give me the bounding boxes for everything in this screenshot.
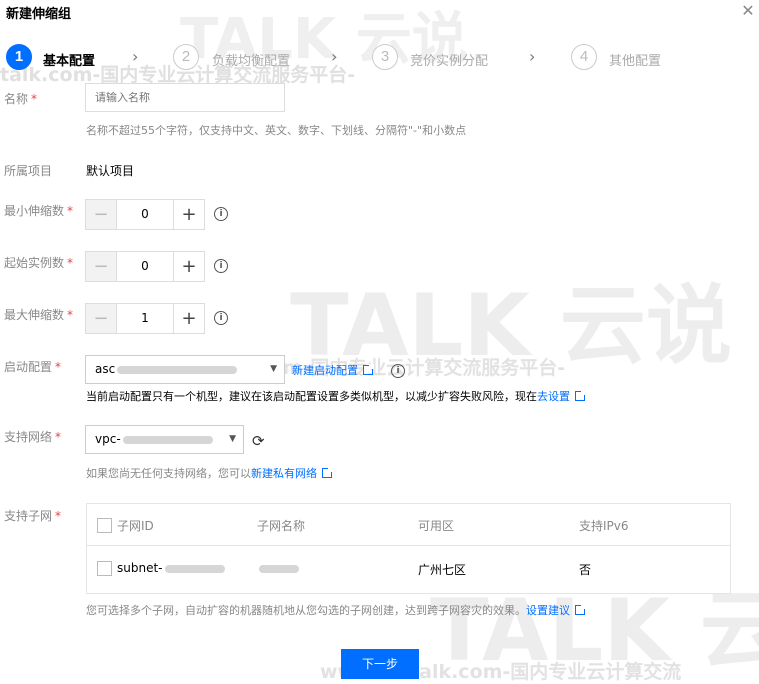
decrement-button[interactable]: − xyxy=(86,200,116,229)
vpc-select[interactable]: vpc- ▼ xyxy=(85,425,244,454)
row-checkbox[interactable] xyxy=(97,561,112,576)
settings-advice-link[interactable]: 设置建议 xyxy=(526,604,570,617)
launch-config-value: asc xyxy=(95,362,116,376)
decrement-button[interactable]: − xyxy=(86,304,116,333)
step-1-label: 基本配置 xyxy=(43,54,96,69)
dialog-title: 新建伸缩组 xyxy=(6,7,72,22)
increment-button[interactable]: + xyxy=(174,304,204,333)
max-size-value[interactable]: 1 xyxy=(116,304,174,333)
info-circle-icon[interactable]: i xyxy=(214,311,228,325)
external-link-icon xyxy=(322,467,333,478)
initial-size-stepper[interactable]: − 0 + xyxy=(85,251,205,282)
decrement-button[interactable]: − xyxy=(86,252,116,281)
subnet-name xyxy=(257,561,299,575)
vpc-help: 如果您尚无任何支持网络，您可以新建私有网络 xyxy=(86,465,333,481)
create-vpc-link[interactable]: 新建私有网络 xyxy=(251,467,317,480)
info-circle-icon[interactable]: i xyxy=(214,259,228,273)
subnet-id: subnet- xyxy=(117,561,225,575)
go-settings-link[interactable]: 去设置 xyxy=(537,390,570,403)
next-button[interactable]: 下一步 xyxy=(341,649,419,679)
name-input[interactable] xyxy=(85,83,285,112)
subnet-ipv6: 否 xyxy=(579,563,592,577)
create-launch-config-link[interactable]: 新建启动配置 xyxy=(292,362,374,378)
initial-size-label: 起始实例数 * xyxy=(4,256,74,270)
min-size-stepper[interactable]: − 0 + xyxy=(85,199,205,230)
column-header: 可用区 xyxy=(418,519,455,533)
select-all-checkbox[interactable] xyxy=(97,518,112,533)
column-header: 子网ID xyxy=(117,519,154,533)
name-label: 名称 * xyxy=(4,92,38,106)
step-4-label: 其他配置 xyxy=(609,54,662,69)
increment-button[interactable]: + xyxy=(174,200,204,229)
caret-down-icon: ▼ xyxy=(229,434,236,444)
step-3-number: 3 xyxy=(372,44,398,70)
chevron-right-icon: › xyxy=(529,47,536,66)
project-value: 默认项目 xyxy=(86,164,135,178)
refresh-icon[interactable]: ⟳ xyxy=(252,432,265,450)
step-1-number: 1 xyxy=(6,44,32,70)
step-4-number: 4 xyxy=(571,44,597,70)
subnet-zone: 广州七区 xyxy=(418,563,467,577)
column-header: 支持IPv6 xyxy=(579,519,629,533)
table-header: 子网ID 子网名称 可用区 支持IPv6 xyxy=(87,504,730,546)
external-link-icon xyxy=(575,390,586,401)
launch-config-select[interactable]: asc ▼ xyxy=(85,355,285,384)
external-link-icon xyxy=(363,364,374,375)
step-3-label: 竞价实例分配 xyxy=(410,54,489,69)
close-icon[interactable]: ✕ xyxy=(740,2,756,20)
initial-size-value[interactable]: 0 xyxy=(116,252,174,281)
max-size-label: 最大伸缩数 * xyxy=(4,308,74,322)
max-size-stepper[interactable]: − 1 + xyxy=(85,303,205,334)
column-header: 子网名称 xyxy=(257,519,306,533)
vpc-value: vpc- xyxy=(95,432,121,446)
chevron-right-icon: › xyxy=(331,47,338,66)
subnet-help: 您可选择多个子网，自动扩容的机器随机地从您勾选的子网创建，达到跨子网容灾的效果。… xyxy=(86,602,586,618)
vpc-label: 支持网络 * xyxy=(4,430,62,444)
info-circle-icon[interactable]: i xyxy=(391,364,405,378)
name-help: 名称不超过55个字符，仅支持中文、英文、数字、下划线、分隔符"-"和小数点 xyxy=(86,124,467,137)
increment-button[interactable]: + xyxy=(174,252,204,281)
launch-config-label: 启动配置 * xyxy=(4,360,62,374)
launch-config-warning: 当前启动配置只有一个机型，建议在该启动配置设置多类似机型，以减少扩容失败风险，现… xyxy=(86,388,586,404)
external-link-icon xyxy=(575,604,586,615)
step-2-number: 2 xyxy=(173,44,199,70)
caret-down-icon: ▼ xyxy=(270,364,277,374)
chevron-right-icon: › xyxy=(132,47,139,66)
subnet-table: 子网ID 子网名称 可用区 支持IPv6 subnet- 广州七区 否 xyxy=(86,503,731,594)
project-label: 所属项目 xyxy=(4,164,53,178)
min-size-label: 最小伸缩数 * xyxy=(4,204,74,218)
min-size-value[interactable]: 0 xyxy=(116,200,174,229)
info-circle-icon[interactable]: i xyxy=(214,207,228,221)
subnet-label: 支持子网 * xyxy=(4,509,62,523)
step-2-label: 负载均衡配置 xyxy=(212,54,291,69)
